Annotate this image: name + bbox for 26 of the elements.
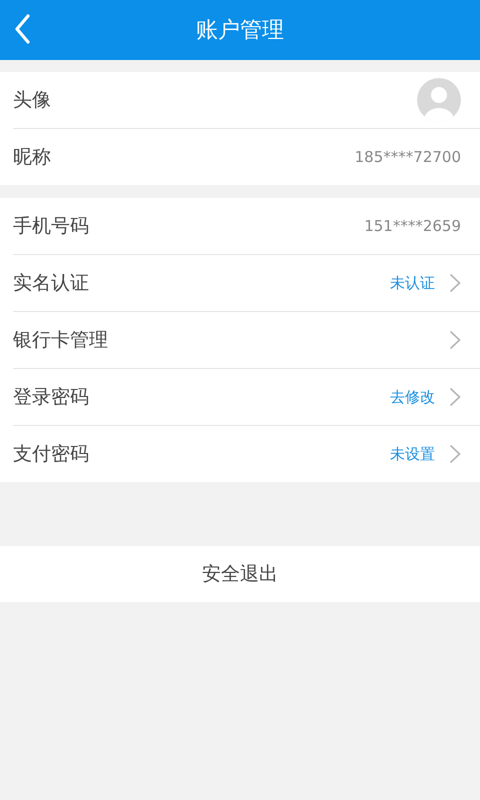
settings-row[interactable]: 银行卡管理 — [13, 312, 480, 369]
page-title: 账户管理 — [196, 17, 284, 45]
row-label: 头像 — [13, 88, 51, 113]
chevron-icon — [449, 387, 461, 407]
row-label: 支付密码 — [13, 442, 89, 467]
row-label: 登录密码 — [13, 385, 89, 410]
chevron-icon — [449, 444, 461, 464]
chevron-icon — [449, 273, 461, 293]
settings-row[interactable]: 昵称 185****72700 — [13, 129, 480, 185]
chevron-icon — [449, 330, 461, 350]
row-status: 未设置 — [390, 444, 435, 464]
row-value: 185****72700 — [354, 148, 461, 166]
settings-row[interactable]: 实名认证 未认证 — [13, 255, 480, 312]
row-label: 昵称 — [13, 145, 51, 170]
row-label: 实名认证 — [13, 271, 89, 296]
row-value: 151****2659 — [364, 217, 461, 235]
settings-row[interactable]: 支付密码 未设置 — [13, 426, 480, 482]
settings-row[interactable]: 头像 — [13, 72, 480, 129]
row-label: 手机号码 — [13, 214, 89, 239]
settings-row[interactable]: 手机号码 151****2659 — [13, 198, 480, 255]
row-status: 去修改 — [390, 388, 435, 406]
back-icon[interactable] — [14, 14, 30, 44]
settings-row[interactable]: 登录密码 去修改 — [13, 369, 480, 426]
logout-button[interactable]: 安全退出 — [0, 546, 480, 602]
row-status: 未认证 — [390, 274, 435, 292]
row-label: 银行卡管理 — [13, 328, 108, 353]
